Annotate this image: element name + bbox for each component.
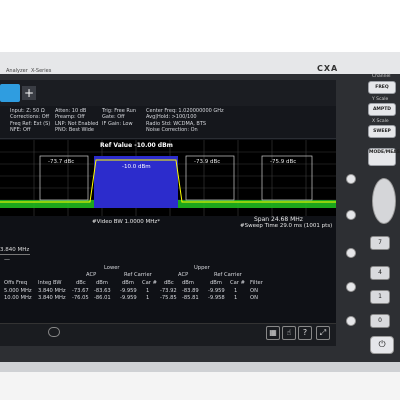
- brand-label: Analyzer X-Series: [6, 68, 52, 74]
- cell: -83.89: [182, 288, 199, 294]
- cell: 10.00 MHz: [4, 295, 32, 301]
- softkey-dot[interactable]: [346, 282, 356, 292]
- acp-lower-header: ACP: [86, 272, 97, 278]
- col-filter: Filter: [250, 280, 263, 286]
- cell: -9.959: [120, 295, 137, 301]
- cell: 3.840 MHz: [38, 295, 66, 301]
- col-upper-dbc: dBc: [164, 280, 174, 286]
- freq-key[interactable]: FREQ: [368, 81, 396, 94]
- channel-bw-label: 3.840 MHz: [0, 247, 30, 253]
- col-upper-dbm: dBm: [182, 280, 194, 286]
- softkey-dot[interactable]: [346, 174, 356, 184]
- ref-carrier-upper-header: Ref Carrier: [214, 272, 242, 278]
- softkey-dot[interactable]: [346, 210, 356, 220]
- key-0[interactable]: 0: [370, 314, 390, 328]
- cell: 1: [234, 288, 238, 294]
- cell: ON: [250, 288, 258, 294]
- tab-bar: +: [0, 80, 336, 106]
- amptd-key[interactable]: AMPTD: [368, 103, 396, 116]
- background-floor: [0, 372, 400, 400]
- power-button[interactable]: ⏻: [370, 336, 394, 354]
- key-7[interactable]: 7: [370, 236, 390, 250]
- x-scale-label: X Scale: [372, 119, 389, 124]
- settings-icon[interactable]: ▦: [266, 326, 280, 340]
- col-lower-car: Car #: [142, 280, 157, 286]
- analyzer-screen: + Input: Z: 50 Ω Corrections: Off Freq Re…: [0, 80, 336, 346]
- spectrum-plot[interactable]: -73.7 dBc -10.0 dBm -73.9 dBc -75.9 dBc: [0, 140, 336, 216]
- model-label: CXA: [317, 64, 339, 73]
- bezel-top-strip: [0, 52, 400, 74]
- col-integ-bw: Integ BW: [38, 280, 62, 286]
- video-bw-label: #Video BW 1.0000 MHz*: [92, 219, 161, 225]
- softkey-dot[interactable]: [346, 248, 356, 258]
- add-tab-button[interactable]: +: [22, 86, 36, 100]
- y-scale-label: Y Scale: [372, 97, 389, 102]
- ref-carrier-lower-header: Ref Carrier: [124, 272, 152, 278]
- col-lower-dbm: dBm: [96, 280, 108, 286]
- left-dbc-label: -73.7 dBc: [48, 159, 74, 165]
- sweep-label: #Sweep Time 29.0 ms (1001 pts): [240, 223, 333, 229]
- info-column-trigger: Trig: Free Run Gate: Off IF Gain: Low: [102, 108, 136, 127]
- cell: -75.85: [160, 295, 177, 301]
- info-column-center: Center Freq: 1.020000000 GHz Avg|Hold: >1…: [146, 108, 224, 133]
- span-label: Span 24.68 MHz: [254, 216, 303, 223]
- col-lower-ref-dbm: dBm: [122, 280, 134, 286]
- acp-upper-header: ACP: [178, 272, 189, 278]
- lower-header: Lower: [104, 265, 120, 271]
- cell: 5.000 MHz: [4, 288, 32, 294]
- cell: -9.959: [120, 288, 137, 294]
- cell: -76.05: [72, 295, 89, 301]
- bezel-bottom-strip: [0, 362, 400, 372]
- channel-bw-dash: —: [4, 256, 10, 263]
- cell: -73.67: [72, 288, 89, 294]
- right-dbc-label: -73.9 dBc: [194, 159, 220, 165]
- cell: -9.959: [208, 288, 225, 294]
- col-upper-car: Car #: [230, 280, 245, 286]
- cell: -83.63: [94, 288, 111, 294]
- spectrum-graph: -73.7 dBc -10.0 dBm -73.9 dBc -75.9 dBc: [0, 140, 336, 216]
- col-offs-freq: Offs Freq: [4, 280, 28, 286]
- col-lower-dbc: dBc: [76, 280, 86, 286]
- key-1[interactable]: 1: [370, 290, 390, 304]
- cell: 1: [146, 295, 150, 301]
- key-4[interactable]: 4: [370, 266, 390, 280]
- cell: 1: [146, 288, 150, 294]
- softkey-dot[interactable]: [346, 316, 356, 326]
- cell: 1: [234, 295, 238, 301]
- center-dbm-label: -10.0 dBm: [122, 164, 151, 170]
- ref-value-label: Ref Value -10.00 dBm: [100, 142, 173, 149]
- mode-meas-key[interactable]: MODE/MEAS: [368, 148, 400, 166]
- channel-label: Channel: [372, 74, 391, 79]
- cell: ON: [250, 295, 258, 301]
- channel-bw-underline: [0, 254, 30, 255]
- sweep-key[interactable]: SWEEP: [368, 125, 396, 138]
- cell: -85.81: [182, 295, 199, 301]
- col-upper-ref-dbm: dBm: [210, 280, 222, 286]
- settings-panel: Input: Z: 50 Ω Corrections: Off Freq Ref:…: [0, 106, 336, 139]
- chat-icon[interactable]: [48, 327, 60, 337]
- info-column-atten: Atten: 10 dB Preamp: Off LNP: Not Enabled…: [55, 108, 99, 133]
- fullscreen-icon[interactable]: ⤢: [316, 326, 330, 340]
- cell: -86.01: [94, 295, 111, 301]
- info-column-input: Input: Z: 50 Ω Corrections: Off Freq Ref:…: [10, 108, 51, 133]
- touch-icon[interactable]: ☝: [282, 326, 296, 340]
- rotary-knob[interactable]: [372, 178, 396, 224]
- far-right-dbc-label: -75.9 dBc: [270, 159, 296, 165]
- cell: -9.958: [208, 295, 225, 301]
- cell: -73.92: [160, 288, 177, 294]
- upper-header: Upper: [194, 265, 210, 271]
- tab-active[interactable]: [0, 84, 20, 102]
- cell: 3.840 MHz: [38, 288, 66, 294]
- help-icon[interactable]: ?: [298, 326, 312, 340]
